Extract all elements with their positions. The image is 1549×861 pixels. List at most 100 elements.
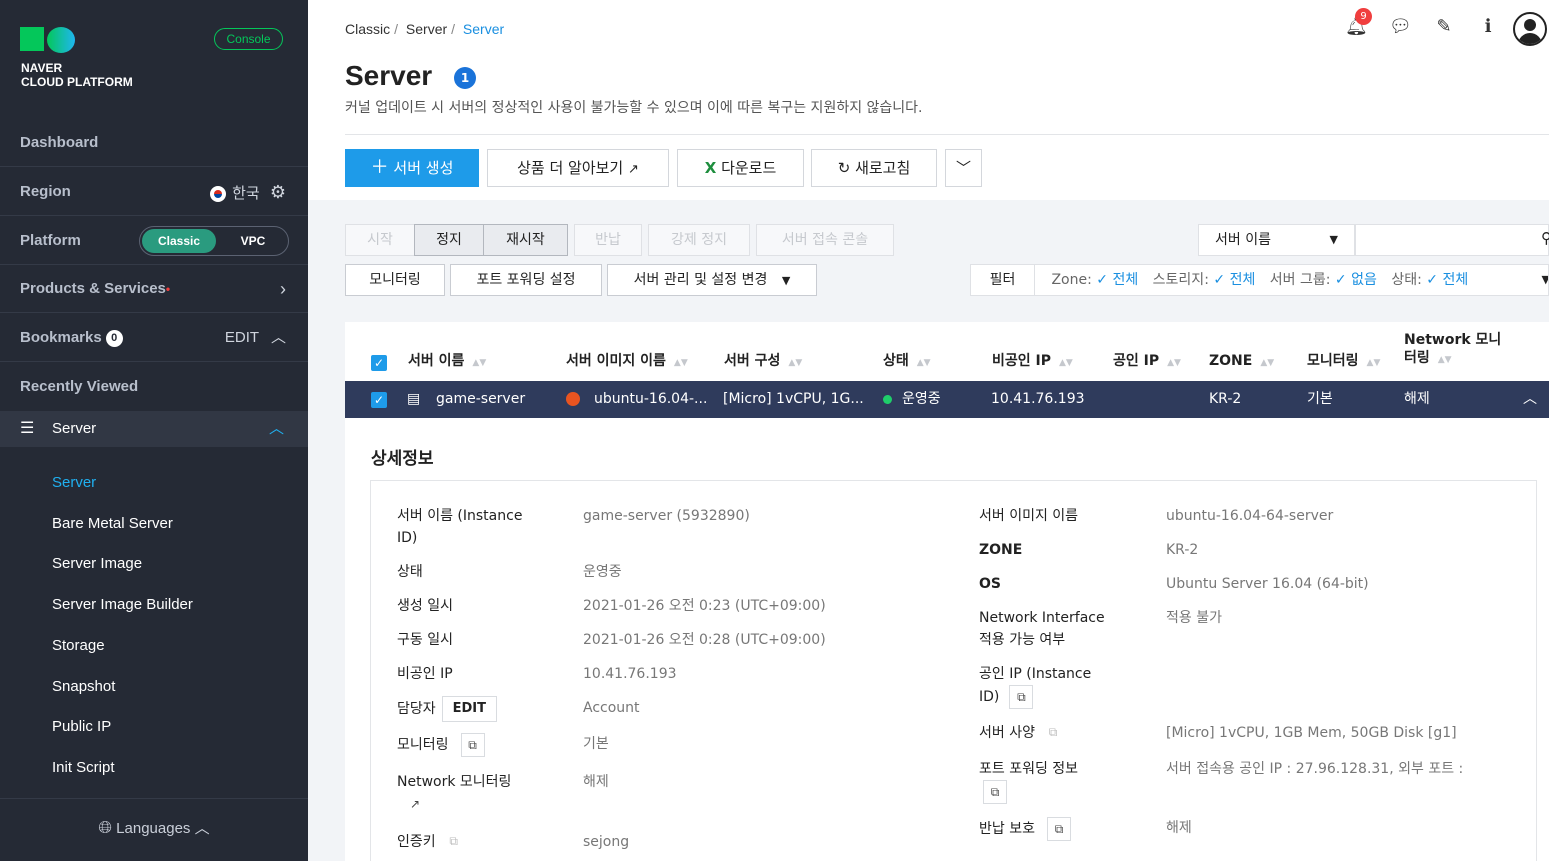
- nav-dashboard[interactable]: Dashboard: [0, 119, 308, 167]
- chevron-up-icon: ︿: [268, 420, 284, 437]
- search-input[interactable]: ⚲: [1355, 224, 1549, 256]
- col-server-name[interactable]: 서버 이름 ▲▼: [408, 352, 486, 372]
- filter-label: 필터: [971, 265, 1035, 295]
- sidebar-item-image-builder[interactable]: Server Image Builder: [52, 596, 193, 613]
- sidebar-item-bare-metal[interactable]: Bare Metal Server: [52, 515, 173, 532]
- copy-window-icon[interactable]: ⧉: [460, 733, 485, 757]
- title-info-badge[interactable]: 1: [454, 67, 476, 89]
- nav-region[interactable]: Region 한국 ⚙: [0, 168, 308, 216]
- chevron-up-icon: ︿: [194, 820, 210, 837]
- col-private-ip[interactable]: 비공인 IP ▲▼: [992, 352, 1073, 372]
- crumb-classic[interactable]: Classic: [345, 21, 390, 37]
- sidebar-item-server[interactable]: Server: [52, 474, 96, 491]
- detail-value: 해제: [583, 774, 609, 790]
- select-all-checkbox[interactable]: ✓: [371, 355, 387, 371]
- owner-edit-button[interactable]: EDIT: [441, 696, 498, 722]
- search-field-select[interactable]: 서버 이름 ▼: [1198, 224, 1355, 256]
- sidebar-item-public-ip[interactable]: Public IP: [52, 718, 111, 735]
- info-doc-icon[interactable]: ℹ: [1477, 16, 1499, 38]
- cell-monitoring: 기본: [1307, 391, 1333, 407]
- server-icon: ▤: [407, 391, 421, 407]
- divider: [345, 134, 1549, 135]
- detail-value: 2021-01-26 오전 0:23 (UTC+09:00): [583, 598, 826, 614]
- cell-spec: [Micro] 1vCPU, 1G...: [723, 391, 864, 407]
- sidebar-item-server-image[interactable]: Server Image: [52, 555, 142, 572]
- force-stop-button[interactable]: 강제 정지: [648, 224, 750, 256]
- console-button[interactable]: Console: [214, 28, 283, 50]
- chevron-right-icon: ›: [280, 279, 286, 299]
- detail-value: 운영중: [583, 564, 622, 580]
- avatar[interactable]: [1513, 12, 1547, 46]
- main-content: Classic / Server / Server 🔔︎ 9 💬︎ ✎ ℹ Serve…: [308, 0, 1549, 861]
- cell-private-ip: 10.41.76.193: [991, 391, 1085, 407]
- nav-products[interactable]: Products & Services• ›: [0, 265, 308, 313]
- detail-value: 적용 불가: [1166, 610, 1222, 626]
- col-monitoring[interactable]: 모니터링 ▲▼: [1307, 352, 1380, 372]
- copy-window-icon[interactable]: ⧉: [1046, 817, 1071, 841]
- korea-flag-icon: [210, 186, 227, 203]
- detail-key: 서버 이름 (Instance ID): [397, 508, 523, 546]
- memo-icon[interactable]: ✎: [1433, 16, 1455, 38]
- detail-title: 상세정보: [371, 449, 434, 469]
- sidebar-item-init-script[interactable]: Init Script: [52, 759, 115, 776]
- col-public-ip[interactable]: 공인 IP ▲▼: [1113, 352, 1181, 372]
- download-button[interactable]: X 다운로드: [677, 149, 804, 187]
- detail-value: sejong: [583, 834, 630, 850]
- manage-dropdown[interactable]: 서버 관리 및 설정 변경 ▼: [607, 264, 817, 296]
- globe-icon: 🌐︎: [98, 818, 112, 837]
- copy-window-icon[interactable]: ⧉: [441, 830, 466, 854]
- row-checkbox[interactable]: ✓: [371, 392, 387, 408]
- copy-window-icon[interactable]: ⧉: [983, 780, 1007, 804]
- nav-platform: Platform Classic VPC: [0, 217, 308, 265]
- bookmarks-edit[interactable]: EDIT ︿: [225, 314, 286, 362]
- console-access-button[interactable]: 서버 접속 콘솔: [756, 224, 894, 256]
- col-status[interactable]: 상태 ▲▼: [883, 352, 931, 372]
- chat-icon[interactable]: 💬︎: [1389, 16, 1412, 38]
- detail-key: 포트 포워딩 정보 ⧉: [979, 758, 1078, 804]
- platform-vpc[interactable]: VPC: [220, 229, 286, 253]
- table-row[interactable]: ✓ ▤ game-server ubuntu-16.04-... [Micro]…: [345, 381, 1549, 418]
- crumb-server[interactable]: Server: [406, 21, 447, 37]
- languages-button[interactable]: 🌐︎ Languages ︿: [0, 798, 308, 861]
- sidebar-item-storage[interactable]: Storage: [52, 637, 105, 654]
- refresh-button[interactable]: ↻ 새로고침: [811, 149, 937, 187]
- refresh-icon: ↻: [837, 159, 851, 177]
- detail-value: 10.41.76.193: [583, 666, 677, 682]
- monitoring-button[interactable]: 모니터링: [345, 264, 445, 296]
- start-button[interactable]: 시작: [345, 224, 415, 256]
- chevron-down-icon: ﹀: [955, 159, 971, 177]
- col-zone[interactable]: ZONE ▲▼: [1209, 352, 1274, 372]
- platform-classic[interactable]: Classic: [142, 229, 216, 253]
- sidebar-item-snapshot[interactable]: Snapshot: [52, 678, 115, 695]
- region-selector[interactable]: 한국 ⚙: [210, 168, 286, 218]
- notification-count: 9: [1355, 8, 1372, 25]
- search-icon[interactable]: ⚲: [1541, 229, 1549, 247]
- nav-server-section[interactable]: ☰ Server ︿: [0, 411, 308, 447]
- nav-bookmarks[interactable]: Bookmarks 0 EDIT ︿: [0, 314, 308, 362]
- port-forward-button[interactable]: 포트 포워딩 설정: [450, 264, 602, 296]
- nav-recent[interactable]: Recently Viewed: [0, 363, 308, 411]
- page-subtitle: 커널 업데이트 시 서버의 정상적인 사용이 불가능할 수 있으며 이에 따른 …: [345, 100, 923, 116]
- col-image-name[interactable]: 서버 이미지 이름 ▲▼: [566, 352, 688, 372]
- learn-more-button[interactable]: 상품 더 알아보기 ↗: [487, 149, 669, 187]
- restart-button[interactable]: 재시작: [483, 224, 568, 256]
- copy-window-icon[interactable]: ⧉: [1009, 685, 1034, 709]
- platform-toggle[interactable]: Classic VPC: [139, 226, 289, 256]
- col-spec[interactable]: 서버 구성 ▲▼: [724, 352, 802, 372]
- gear-icon[interactable]: ⚙: [270, 182, 286, 202]
- more-dropdown-button[interactable]: ﹀: [945, 149, 982, 187]
- create-server-button[interactable]: ＋ 서버 생성: [345, 149, 479, 187]
- copy-window-icon[interactable]: ⧉: [1040, 721, 1065, 745]
- col-network-monitoring[interactable]: Network 모니 터링 ▲▼: [1404, 331, 1501, 369]
- return-button[interactable]: 반납: [574, 224, 642, 256]
- collapse-icon[interactable]: ︿: [1523, 381, 1537, 418]
- cell-image: ubuntu-16.04-...: [594, 391, 708, 407]
- status-running-icon: [883, 394, 892, 404]
- plus-icon: ＋: [370, 157, 389, 178]
- external-link-icon[interactable]: ↗: [403, 793, 427, 817]
- sidebar: NAVER CLOUD PLATFORM Console Dashboard Re…: [0, 0, 308, 861]
- bell-icon[interactable]: 🔔︎ 9: [1345, 8, 1372, 38]
- filter-bar[interactable]: 필터 Zone: ✓ 전체 스토리지: ✓ 전체 서버 그룹: ✓ 없음 상태:…: [970, 264, 1549, 296]
- stop-button[interactable]: 정지: [414, 224, 484, 256]
- logo-text: NAVER CLOUD PLATFORM: [21, 61, 133, 89]
